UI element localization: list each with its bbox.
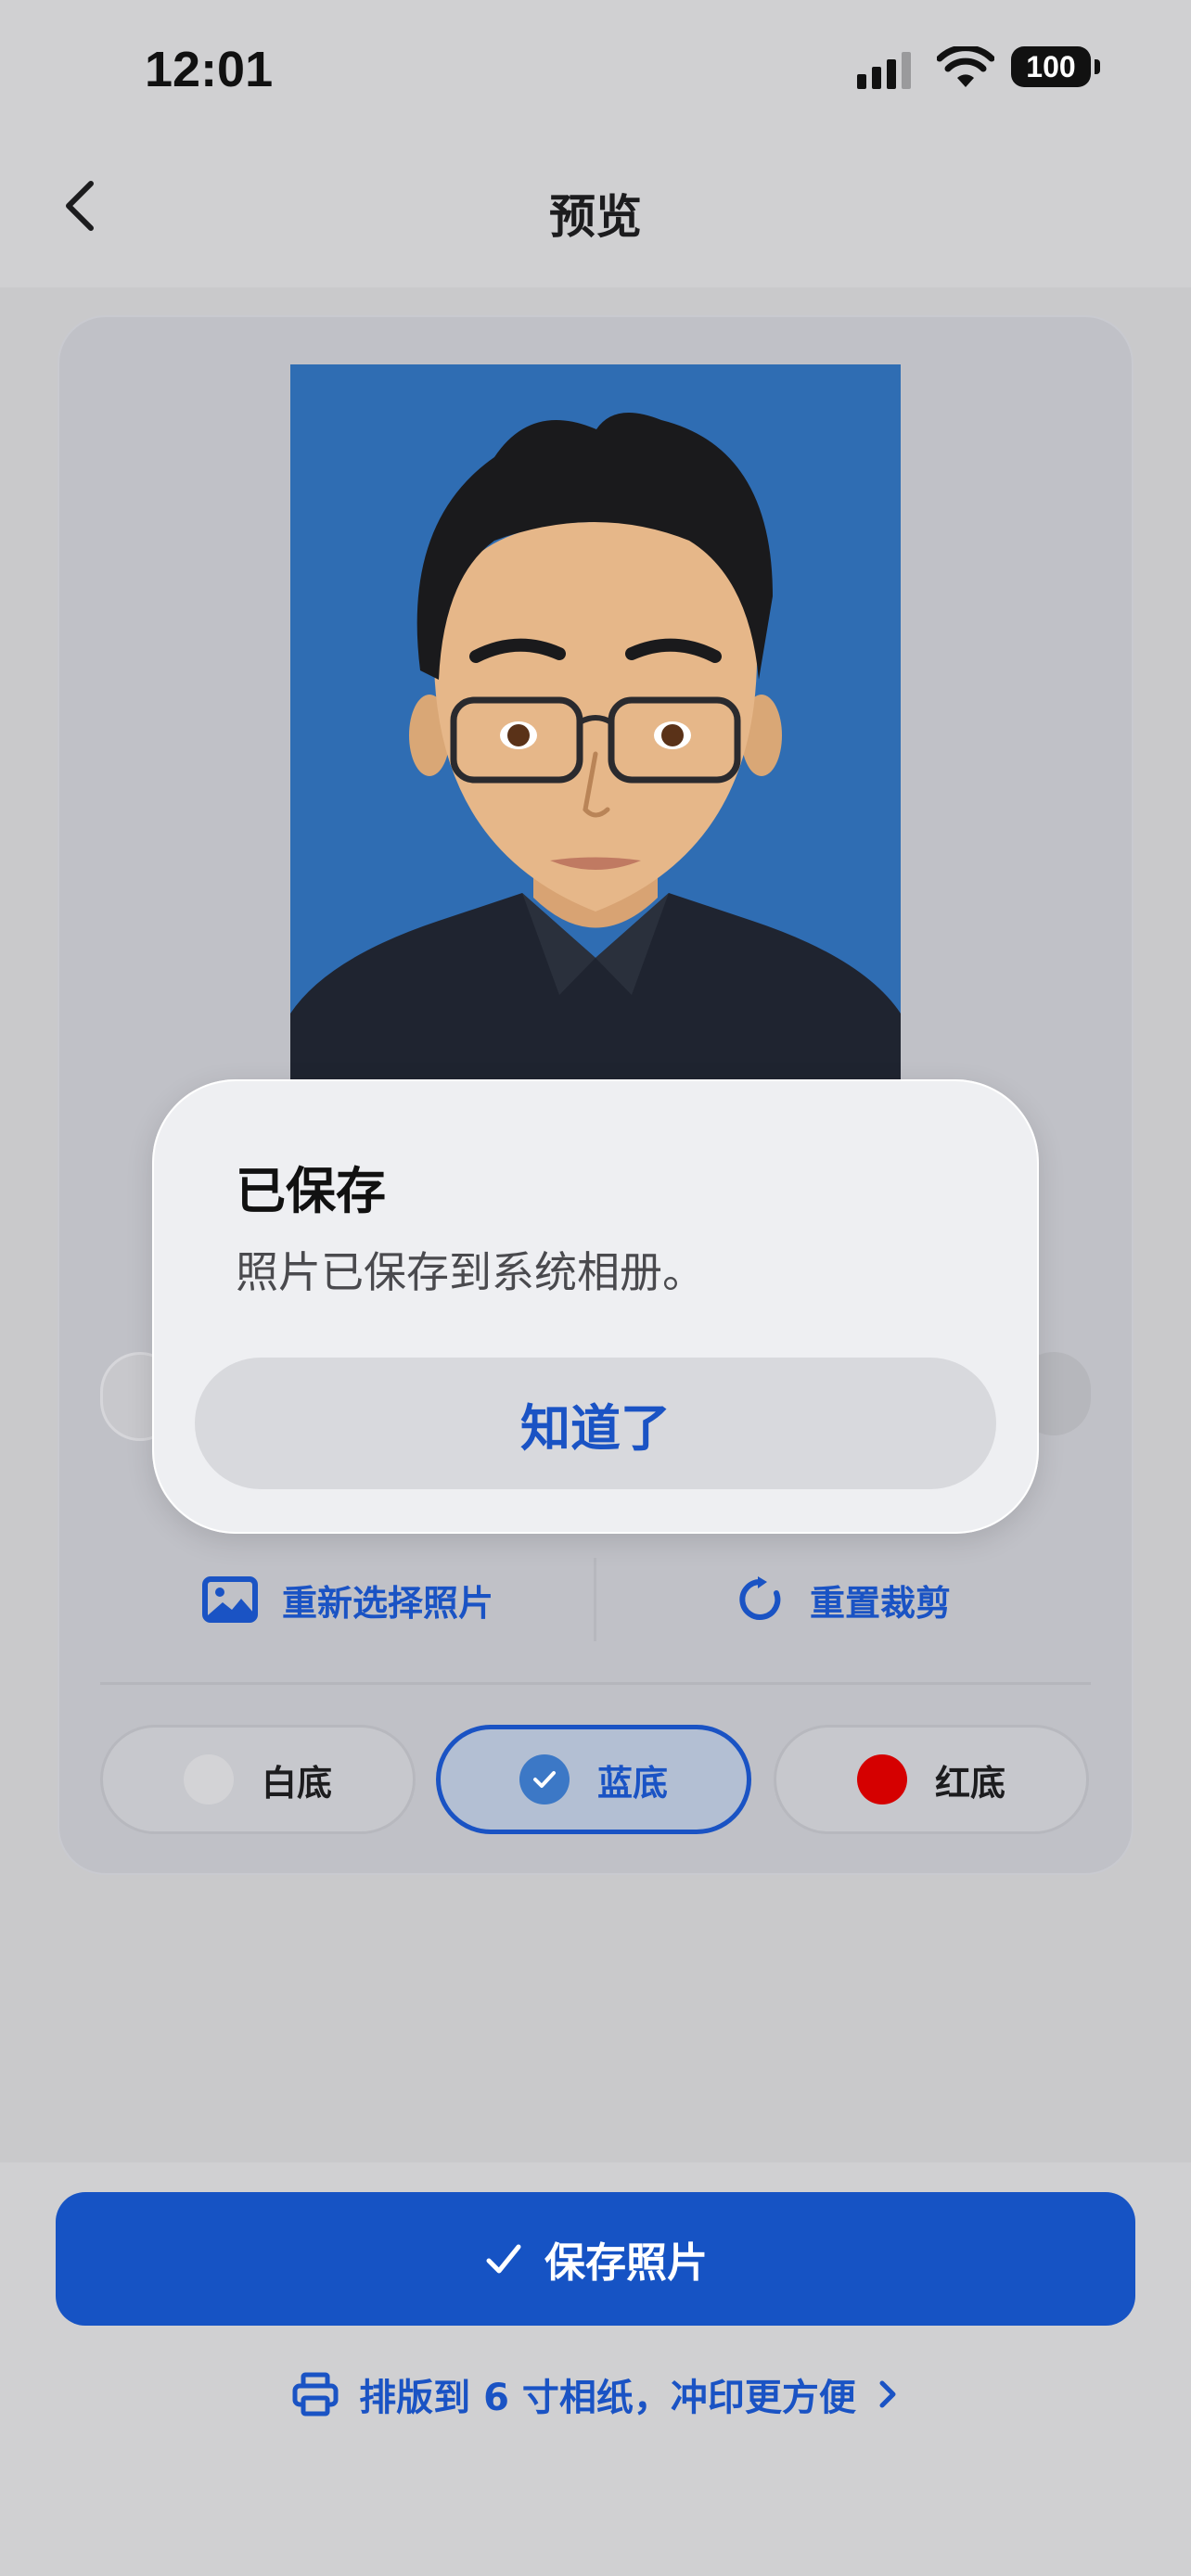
background-option-label: 红底 [934,1762,1005,1804]
rotate-icon [739,1576,781,1620]
saved-alert-dialog: 已保存 照片已保存到系统相册。 知道了 [152,1079,1039,1534]
page-title: 预览 [549,190,642,244]
cellular-signal-icon [857,52,911,89]
white-swatch [183,1754,234,1804]
chevron-right-icon [879,2380,896,2408]
wifi-icon [937,46,994,87]
reselect-photo-label: 重新选择照片 [281,1582,493,1624]
printer-icon [292,2372,339,2417]
image-icon [201,1576,258,1623]
nav-bar: 预览 [0,139,1191,287]
red-swatch [856,1754,907,1804]
alert-message: 照片已保存到系统相册。 [236,1247,705,1297]
checkmark-icon [519,1754,570,1804]
save-photo-button[interactable]: 保存照片 [56,2192,1135,2326]
alert-ok-button[interactable]: 知道了 [195,1358,996,1489]
battery-tip [1095,59,1100,74]
background-option-label: 白底 [261,1762,332,1804]
reselect-photo-button[interactable]: 重新选择照片 [100,1549,596,1651]
background-option-white[interactable]: 白底 [100,1725,416,1834]
status-bar: 12:01 100 [0,0,1191,139]
reset-crop-button[interactable]: 重置裁剪 [596,1549,1091,1651]
background-option-blue[interactable]: 蓝底 [436,1725,751,1834]
checkmark-icon [486,2244,521,2274]
alert-title: 已保存 [236,1162,386,1220]
background-option-red[interactable]: 红底 [774,1725,1089,1834]
photo-actions: 重新选择照片 重置裁剪 [100,1549,1091,1651]
status-time: 12:01 [145,42,274,97]
print-layout-link[interactable]: 排版到 6 寸相纸，冲印更方便 [0,2366,1191,2422]
portrait-illustration [290,364,901,1080]
background-option-label: 蓝底 [596,1762,668,1804]
reset-crop-label: 重置裁剪 [809,1582,951,1624]
id-photo-preview [290,364,901,1080]
save-photo-label: 保存照片 [544,2239,708,2287]
print-layout-label: 排版到 6 寸相纸，冲印更方便 [359,2377,856,2419]
battery-icon: 100 [1011,46,1091,87]
card-separator [100,1682,1091,1685]
